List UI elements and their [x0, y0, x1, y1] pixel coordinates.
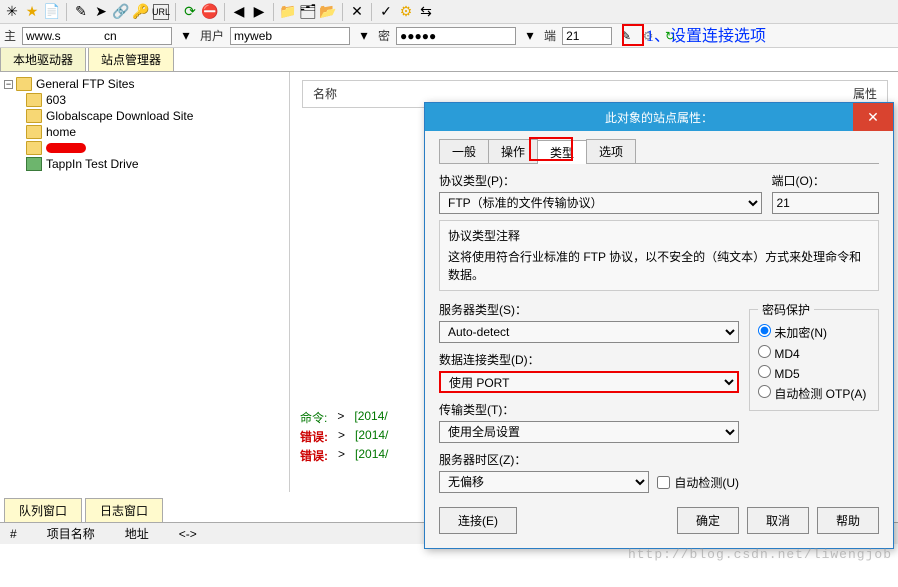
tree-item[interactable]: 603 — [26, 92, 285, 108]
pass-input[interactable] — [396, 27, 516, 45]
pass-dd-icon[interactable]: ▾ — [522, 28, 538, 44]
bh-num: # — [10, 527, 17, 541]
sync-icon[interactable]: ⇆ — [418, 4, 434, 20]
help-button[interactable]: 帮助 — [817, 507, 879, 534]
folder-icon[interactable]: 📁 — [280, 4, 296, 20]
bottom-tabs: 队列窗口 日志窗口 — [4, 498, 166, 523]
url-icon[interactable]: URL — [153, 4, 169, 20]
tab-local[interactable]: 本地驱动器 — [0, 47, 86, 71]
dlg-port-input[interactable] — [772, 192, 880, 214]
newfld-icon[interactable]: 📂 — [320, 4, 336, 20]
btab-log[interactable]: 日志窗口 — [85, 498, 163, 523]
pw-legend: 密码保护 — [758, 301, 814, 318]
new-icon[interactable]: ✳ — [4, 4, 20, 20]
protocol-note: 协议类型注释 这将使用符合行业标准的 FTP 协议，以不安全的（纯文本）方式来处… — [439, 220, 879, 291]
pass-label: 密 — [378, 27, 390, 44]
user-dd-icon[interactable]: ▾ — [356, 28, 372, 44]
ok-button[interactable]: 确定 — [677, 507, 739, 534]
tree-item[interactable]: TappIn Test Drive — [26, 156, 285, 172]
magic-icon[interactable]: ✎ — [618, 28, 634, 44]
pw-opt-3[interactable]: 自动检测 OTP(A) — [758, 385, 870, 402]
ptr-icon[interactable]: ➤ — [93, 4, 109, 20]
tree-item[interactable]: home — [26, 124, 285, 140]
bh-arrow: <-> — [179, 527, 197, 541]
port-label: 端 — [544, 27, 556, 44]
bh-name: 项目名称 — [47, 525, 95, 542]
protocol-label: 协议类型(P)： — [439, 172, 762, 189]
close-button[interactable]: ✕ — [853, 103, 893, 131]
settings-icon[interactable]: ⚙ — [640, 28, 656, 44]
connection-bar: 主 ▾ 用户 ▾ 密 ▾ 端 ✎ ⚙ ↻ — [0, 24, 898, 48]
link-icon[interactable]: 🔗 — [113, 4, 129, 20]
port-input[interactable] — [562, 27, 612, 45]
conn-select[interactable]: 使用 PORT — [439, 371, 739, 393]
watermark: http://blog.csdn.net/liwengjob — [628, 547, 892, 562]
conn-label: 数据连接类型(D)： — [439, 351, 739, 368]
tz-label: 服务器时区(Z)： — [439, 451, 739, 468]
user-label: 用户 — [200, 27, 224, 44]
check-icon[interactable]: ✓ — [378, 4, 394, 20]
connect-button[interactable]: 连接(E) — [439, 507, 517, 534]
pw-opt-0[interactable]: 未加密(N) — [758, 324, 870, 341]
col-name: 名称 — [313, 85, 337, 103]
tree-root[interactable]: −General FTP Sites — [4, 76, 285, 92]
bh-addr: 地址 — [125, 525, 149, 542]
dialog-title: 此对象的站点属性： — [605, 109, 713, 126]
delete-icon[interactable]: ✕ — [349, 4, 365, 20]
host-dd-icon[interactable]: ▾ — [178, 28, 194, 44]
transfer-select[interactable]: 使用全局设置 — [439, 421, 739, 443]
dlg-tab-options[interactable]: 选项 — [586, 139, 636, 163]
site-properties-dialog: 此对象的站点属性： ✕ 一般 操作 类型 选项 2、设置连接类型 协议类型(P)… — [424, 102, 894, 549]
note-title: 协议类型注释 — [448, 227, 870, 245]
col-attr: 属性 — [853, 85, 877, 103]
password-fieldset: 密码保护 未加密(N) MD4 MD5 自动检测 OTP(A) — [749, 301, 879, 411]
back-icon[interactable]: ◀ — [231, 4, 247, 20]
wand-icon[interactable]: ✎ — [73, 4, 89, 20]
user-input[interactable] — [230, 27, 350, 45]
site-tree: −General FTP Sites 603 Globalscape Downl… — [0, 72, 290, 492]
tz-select[interactable]: 无偏移 — [439, 471, 649, 493]
cancel-button[interactable]: 取消 — [747, 507, 809, 534]
tree-item[interactable]: Globalscape Download Site — [26, 108, 285, 124]
fwd-icon[interactable]: ▶ — [251, 4, 267, 20]
pw-opt-2[interactable]: MD5 — [758, 365, 870, 381]
note-body: 这将使用符合行业标准的 FTP 协议，以不安全的（纯文本）方式来处理命令和数据。 — [448, 248, 870, 284]
star-icon[interactable]: ★ — [24, 4, 40, 20]
autodetect-check[interactable]: 自动检测(U) — [657, 474, 739, 491]
stop-icon[interactable]: ⛔ — [202, 4, 218, 20]
dialog-buttons: 连接(E) 确定 取消 帮助 — [439, 507, 879, 534]
tree-item[interactable] — [26, 140, 285, 156]
doc-icon[interactable]: 📄 — [44, 4, 60, 20]
key-icon[interactable]: 🔑 — [133, 4, 149, 20]
refresh-icon[interactable]: ⟳ — [182, 4, 198, 20]
main-toolbar: ✳ ★ 📄 ✎ ➤ 🔗 🔑 URL ⟳ ⛔ ◀ ▶ 📁 🗂 📂 ✕ ✓ ⚙ ⇆ — [0, 0, 898, 24]
host-label: 主 — [4, 27, 16, 44]
dlg-tab-action[interactable]: 操作 — [488, 139, 538, 163]
pw-opt-1[interactable]: MD4 — [758, 345, 870, 361]
dialog-title-bar: 此对象的站点属性： ✕ — [425, 103, 893, 131]
btab-queue[interactable]: 队列窗口 — [4, 498, 82, 523]
dlg-port-label: 端口(O)： — [772, 172, 880, 189]
gear-icon[interactable]: ⚙ — [398, 4, 414, 20]
connect-icon[interactable]: ↻ — [662, 28, 678, 44]
dlg-tab-type[interactable]: 类型 — [537, 140, 587, 164]
main-tabs: 本地驱动器 站点管理器 cn — [0, 48, 898, 72]
host-input[interactable] — [22, 27, 172, 45]
dialog-tabs: 一般 操作 类型 选项 — [439, 139, 879, 164]
server-label: 服务器类型(S)： — [439, 301, 739, 318]
folders-icon[interactable]: 🗂 — [300, 4, 316, 20]
tab-sitemgr[interactable]: 站点管理器 — [88, 47, 174, 71]
protocol-select[interactable]: FTP（标准的文件传输协议） — [439, 192, 762, 214]
server-select[interactable]: Auto-detect — [439, 321, 739, 343]
transfer-label: 传输类型(T)： — [439, 401, 739, 418]
dlg-tab-general[interactable]: 一般 — [439, 139, 489, 163]
